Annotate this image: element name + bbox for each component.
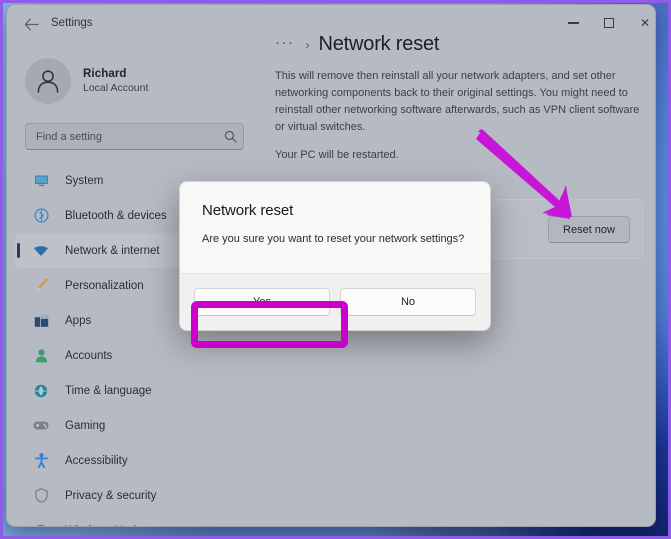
confirm-dialog: Network reset Are you sure you want to r… [179, 181, 491, 331]
dialog-footer: Yes No [180, 273, 490, 330]
dialog-body: Network reset Are you sure you want to r… [180, 182, 490, 273]
yes-button[interactable]: Yes [194, 288, 330, 316]
dialog-overlay: Network reset Are you sure you want to r… [7, 5, 655, 526]
screen: Settings ✕ Richard Local Account Find a … [0, 0, 671, 539]
dialog-message: Are you sure you want to reset your netw… [202, 233, 465, 245]
no-button[interactable]: No [340, 288, 476, 316]
settings-window: Settings ✕ Richard Local Account Find a … [6, 4, 656, 527]
dialog-title: Network reset [202, 202, 294, 219]
